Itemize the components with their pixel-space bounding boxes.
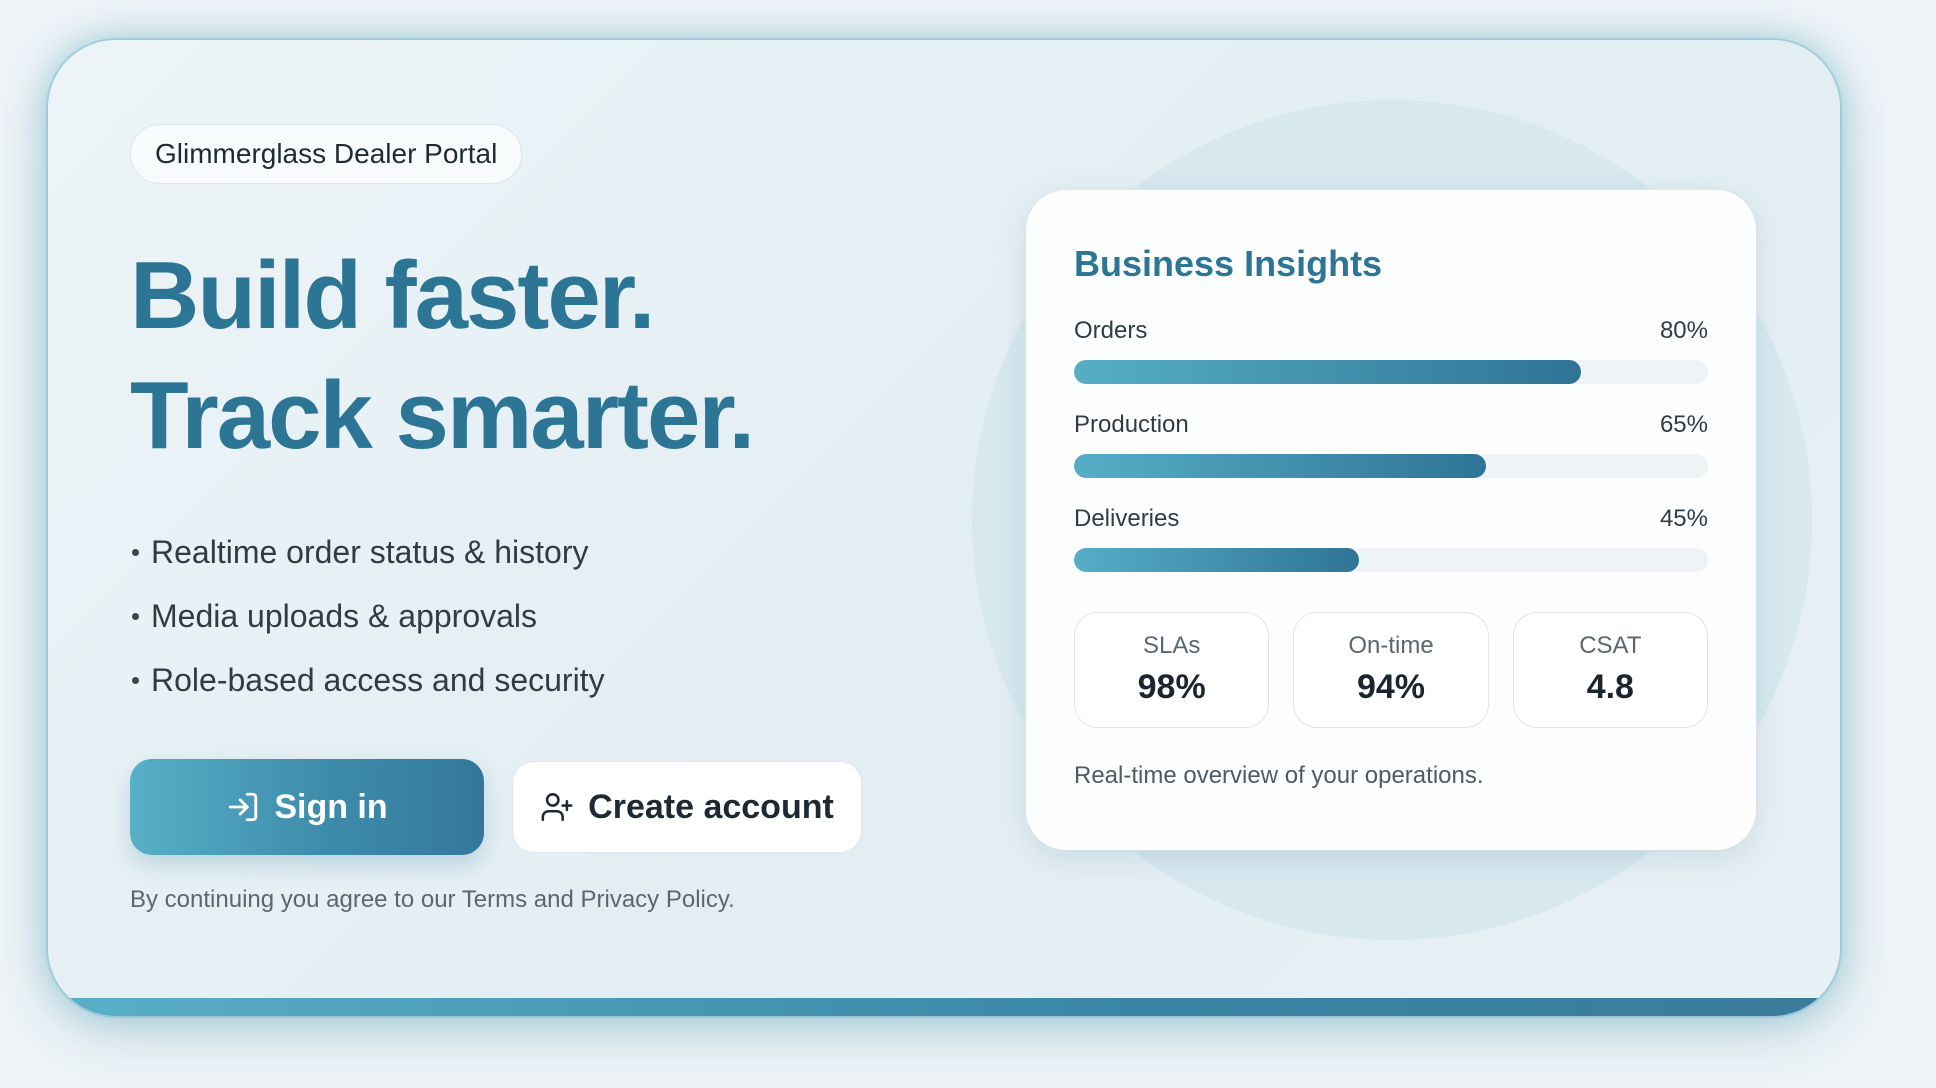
login-card: Glimmerglass Dealer Portal Build faster.… [48, 40, 1840, 1016]
bullet-icon [132, 612, 139, 620]
insights-caption: Real-time overview of your operations. [1074, 762, 1484, 789]
stat-value: 98% [1137, 668, 1206, 706]
metric-value: 45% [1659, 505, 1708, 532]
progress-track [1074, 548, 1708, 572]
terms-notice: By continuing you agree to our Terms and… [130, 886, 735, 913]
stat-on-time: On-time 94% [1293, 612, 1489, 728]
metric-label: Deliveries [1074, 505, 1180, 532]
stat-label: SLAs [1142, 632, 1201, 659]
stat-slas: SLAs 98% [1074, 612, 1270, 728]
sign-in-icon [226, 790, 260, 824]
portal-name-badge: Glimmerglass Dealer Portal [130, 124, 523, 184]
insights-title: Business Insights [1074, 243, 1383, 284]
bullet-icon [132, 676, 139, 684]
progress-track [1074, 454, 1708, 478]
hero-line-2: Track smarter. [130, 362, 755, 469]
metric-value: 80% [1659, 317, 1708, 344]
progress-track [1074, 360, 1708, 384]
metric-orders: Orders 80% [1074, 316, 1708, 384]
progress-fill [1074, 360, 1582, 384]
metric-label: Production [1074, 411, 1189, 438]
hero-line-1: Build faster. [130, 242, 655, 349]
feature-label: Realtime order status & history [151, 533, 589, 570]
user-plus-icon [540, 790, 574, 824]
sign-in-label: Sign in [274, 787, 388, 826]
metric-label: Orders [1074, 317, 1148, 344]
stat-value: 4.8 [1586, 668, 1634, 706]
create-account-button[interactable]: Create account [512, 761, 862, 853]
stat-label: CSAT [1579, 632, 1642, 659]
feature-item: Realtime order status & history [132, 520, 605, 584]
metric-value: 65% [1659, 411, 1708, 438]
progress-fill [1074, 548, 1360, 572]
feature-label: Media uploads & approvals [151, 597, 538, 634]
feature-item: Role-based access and security [132, 648, 605, 712]
stat-label: On-time [1348, 632, 1434, 659]
stats-row: SLAs 98% On-time 94% CSAT 4.8 [1074, 612, 1708, 728]
hero-headline: Build faster. Track smarter. [130, 236, 755, 476]
feature-list: Realtime order status & history Media up… [132, 520, 605, 712]
accent-bar [48, 998, 1840, 1016]
sign-in-button[interactable]: Sign in [130, 759, 484, 855]
metric-deliveries: Deliveries 45% [1074, 504, 1708, 572]
bullet-icon [132, 548, 139, 556]
feature-label: Role-based access and security [151, 661, 605, 698]
stat-csat: CSAT 4.8 [1512, 612, 1708, 728]
stat-value: 94% [1356, 668, 1426, 706]
progress-fill [1074, 454, 1487, 478]
metric-production: Production 65% [1074, 410, 1708, 478]
feature-item: Media uploads & approvals [132, 584, 605, 648]
create-account-label: Create account [588, 787, 834, 826]
business-insights-card: Business Insights Orders 80% Production … [1026, 190, 1756, 850]
